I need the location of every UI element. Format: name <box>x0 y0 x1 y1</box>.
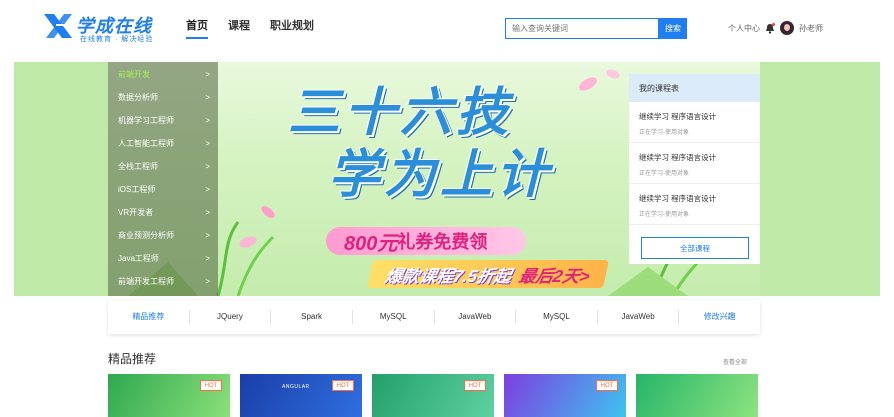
category-label: 机器学习工程师 <box>118 115 174 125</box>
category-label: 全栈工程师 <box>118 161 158 171</box>
category-label: 前端开发 <box>118 69 150 79</box>
tag-item[interactable]: JQuery <box>190 310 272 324</box>
tag-item[interactable]: JavaWeb <box>598 310 680 324</box>
course-name[interactable]: 继续学习 程序语言设计 <box>639 111 750 122</box>
search-input[interactable] <box>505 18 659 39</box>
banner-headline-line2: 学为上计 <box>328 146 553 204</box>
chevron-right-icon: > <box>205 253 210 263</box>
course-entry[interactable]: 继续学习 程序语言设计 正在学习-使用对象 <box>629 143 760 184</box>
hot-badge: HOT <box>596 380 618 391</box>
logo-subtitle: 在线教育 · 解决经验 <box>80 36 154 43</box>
promo-deadline: 最后2天> <box>517 266 592 286</box>
chevron-right-icon: > <box>205 69 210 79</box>
search-button[interactable]: 搜索 <box>659 18 687 39</box>
course-status: 正在学习-使用对象 <box>639 171 689 177</box>
course-status: 正在学习-使用对象 <box>639 212 689 218</box>
chevron-right-icon: > <box>205 276 210 286</box>
all-courses-button[interactable]: 全部课程 <box>641 237 749 259</box>
interest-tag-bar: 精品推荐 JQuery Spark MySQL JavaWeb MySQL Ja… <box>108 300 760 334</box>
category-item[interactable]: Java工程师 > <box>108 246 218 270</box>
category-item[interactable]: VR开发者 > <box>108 200 218 224</box>
category-label: VR开发者 <box>118 207 154 217</box>
chevron-right-icon: > <box>205 161 210 171</box>
my-courses-panel: 我的课程表 继续学习 程序语言设计 正在学习-使用对象 继续学习 程序语言设计 … <box>629 74 760 264</box>
user-name[interactable]: 孙老师 <box>799 23 823 34</box>
bell-icon[interactable] <box>765 22 775 34</box>
course-card[interactable]: HOT <box>108 374 230 417</box>
tag-item[interactable]: MySQL <box>516 310 598 324</box>
tag-item[interactable]: MySQL <box>353 310 435 324</box>
promo-ribbon: 爆款课程7.5折起 最后2天> <box>367 260 609 288</box>
view-all-link[interactable]: 查看全部 <box>723 357 747 366</box>
hot-badge: HOT <box>464 380 486 391</box>
coupon-badge: 800元 礼券免费领 <box>326 227 526 255</box>
chevron-right-icon: > <box>205 184 210 194</box>
coupon-amount: 800元 <box>344 232 398 255</box>
category-label: 商业预测分析师 <box>118 230 174 240</box>
coupon-text: 礼券免费领 <box>397 232 488 252</box>
chevron-right-icon: > <box>205 138 210 148</box>
tag-item[interactable]: 精品推荐 <box>108 310 190 324</box>
category-item[interactable]: 全栈工程师 > <box>108 154 218 178</box>
category-menu: 前端开发 > 数据分析师 > 机器学习工程师 > 人工智能工程师 > 全栈工程师… <box>108 62 218 296</box>
course-card-row: HOT ANGULAR HOT HOT HOT <box>108 374 760 417</box>
nav-courses[interactable]: 课程 <box>228 17 250 39</box>
course-entry[interactable]: 继续学习 程序语言设计 正在学习-使用对象 <box>629 102 760 143</box>
course-name[interactable]: 继续学习 程序语言设计 <box>639 152 750 163</box>
course-entry[interactable]: 继续学习 程序语言设计 正在学习-使用对象 <box>629 184 760 225</box>
edit-interests-link[interactable]: 修改兴趣 <box>679 310 760 324</box>
category-item[interactable]: 人工智能工程师 > <box>108 131 218 155</box>
nav-career[interactable]: 职业规划 <box>270 17 314 39</box>
hot-badge: HOT <box>200 380 222 391</box>
category-item[interactable]: iOS工程师 > <box>108 177 218 201</box>
course-name[interactable]: 继续学习 程序语言设计 <box>639 193 750 204</box>
tag-item[interactable]: JavaWeb <box>435 310 517 324</box>
hero-banner[interactable]: 三十六技 学为上计 800元 礼券免费领 爆款课程7.5折起 最后2天> 前端开… <box>14 62 880 296</box>
site-logo[interactable]: 学成在线 在线教育 · 解决经验 <box>42 10 160 44</box>
logo-x-icon <box>44 14 72 38</box>
tag-item[interactable]: Spark <box>271 310 353 324</box>
category-item[interactable]: 商业预测分析师 > <box>108 223 218 247</box>
hot-badge: HOT <box>332 380 354 391</box>
search-bar: 搜索 <box>505 18 687 39</box>
course-card[interactable]: ANGULAR HOT <box>240 374 362 417</box>
avatar[interactable] <box>780 21 794 35</box>
chevron-right-icon: > <box>205 92 210 102</box>
card-brand: ANGULAR <box>282 384 310 390</box>
category-label: 人工智能工程师 <box>118 138 174 148</box>
category-label: 数据分析师 <box>118 92 158 102</box>
main-nav: 首页 课程 职业规划 <box>186 17 314 39</box>
my-courses-title: 我的课程表 <box>629 74 760 102</box>
category-item[interactable]: 前端开发工程师 > <box>108 269 218 293</box>
category-label: Java工程师 <box>118 253 159 263</box>
category-item[interactable]: 前端开发 > <box>108 62 218 86</box>
user-area: 个人中心 孙老师 <box>728 21 823 35</box>
site-header: 学成在线 在线教育 · 解决经验 首页 课程 职业规划 搜索 个人中心 孙老师 <box>0 0 894 58</box>
category-item[interactable]: 机器学习工程师 > <box>108 108 218 132</box>
course-status: 正在学习-使用对象 <box>639 130 689 136</box>
section-title: 精品推荐 <box>108 352 157 366</box>
user-center-link[interactable]: 个人中心 <box>728 23 760 34</box>
chevron-right-icon: > <box>205 230 210 240</box>
chevron-right-icon: > <box>205 115 210 125</box>
course-card[interactable]: HOT <box>372 374 494 417</box>
course-card[interactable]: HOT <box>504 374 626 417</box>
category-label: 前端开发工程师 <box>118 276 174 286</box>
category-label: iOS工程师 <box>118 184 156 194</box>
nav-home[interactable]: 首页 <box>186 17 208 39</box>
promo-text: 爆款课程7.5折起 <box>383 266 514 286</box>
course-card[interactable] <box>636 374 758 417</box>
chevron-right-icon: > <box>205 207 210 217</box>
category-item[interactable]: 数据分析师 > <box>108 85 218 109</box>
